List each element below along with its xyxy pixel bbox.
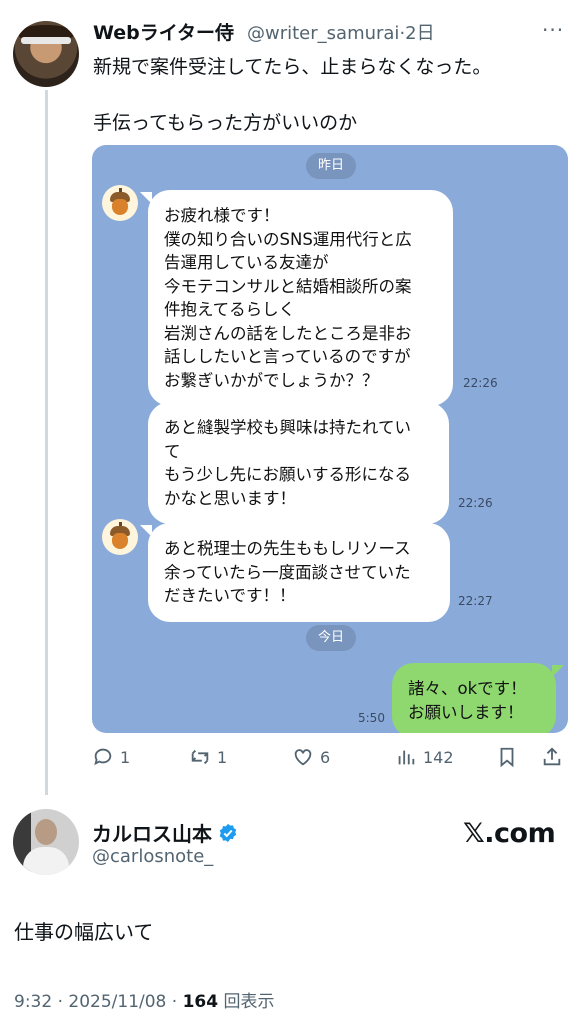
tweet-text: 仕事の幅広いて	[14, 920, 154, 944]
handle[interactable]: @writer_samurai	[247, 23, 399, 44]
avatar[interactable]	[13, 21, 79, 87]
like-button[interactable]: 6	[292, 746, 330, 768]
repost-icon	[191, 749, 209, 765]
display-name[interactable]: Webライター侍	[93, 18, 234, 45]
more-options-icon[interactable]: ···	[542, 18, 564, 42]
acorn-avatar-icon	[102, 185, 138, 221]
chat-message: あと縫製学校も興味は持たれてい て もう少し先にお願いする形になる かなと思いま…	[148, 402, 449, 524]
views-label: 回表示	[218, 992, 275, 1012]
bookmark-button[interactable]	[496, 746, 524, 768]
views-count: 164	[182, 992, 219, 1012]
share-icon	[543, 747, 561, 766]
display-name-row[interactable]: カルロス山本	[92, 818, 238, 847]
handle-and-time[interactable]: @writer_samurai·2日	[247, 19, 435, 45]
repost-count: 1	[217, 747, 228, 767]
reply-icon	[94, 748, 112, 766]
x-com-logo: 𝕏.com	[463, 818, 556, 849]
repost-button[interactable]: 1	[189, 746, 227, 768]
post-time[interactable]: ·2日	[399, 23, 434, 44]
date-divider-yesterday: 昨日	[306, 153, 357, 179]
reply-button[interactable]: 1	[92, 746, 130, 768]
acorn-avatar-icon	[102, 519, 138, 555]
reply-time: 5:50	[358, 711, 385, 725]
analytics-icon	[398, 750, 415, 765]
tweet-text-line-1: 新規で案件受注してたら、止まらなくなった。	[93, 56, 492, 78]
avatar[interactable]	[13, 809, 79, 875]
message-time: 22:26	[463, 376, 498, 390]
handle[interactable]: @carlosnote_	[92, 846, 213, 867]
tweet-text-line-2: 手伝ってもらった方がいいのか	[93, 112, 358, 134]
attached-chat-image[interactable]: 昨日 お疲れ様です！ 僕の知り合いのSNS運用代行と広 告運用している友達が 今…	[92, 145, 568, 733]
share-button[interactable]	[541, 746, 569, 768]
verified-badge-icon	[219, 823, 237, 842]
tweet-meta: 9:32 · 2025/11/08 · 164 回表示	[14, 987, 275, 1012]
like-count: 6	[320, 747, 331, 767]
date-divider-today: 今日	[306, 625, 357, 651]
chat-message: お疲れ様です！ 僕の知り合いのSNS運用代行と広 告運用している友達が 今モテコ…	[140, 190, 453, 406]
heart-icon	[294, 749, 312, 766]
display-name[interactable]: カルロス山本	[92, 818, 212, 847]
tweet-action-bar: 1 1 6 142	[92, 746, 568, 774]
thread-connector-line	[45, 90, 48, 795]
views-button[interactable]: 142	[395, 746, 454, 768]
reply-count: 1	[120, 747, 131, 767]
own-reply-message: 諸々、okです！ お願いします！	[392, 663, 564, 733]
message-time: 22:27	[458, 594, 493, 608]
bookmark-icon	[500, 747, 514, 768]
message-time: 22:26	[458, 496, 493, 510]
timestamp-date[interactable]: 9:32 · 2025/11/08 ·	[14, 992, 183, 1012]
chat-message: あと税理士の先生ももしリソース 余っていたら一度面談させていた だきたいです！！	[140, 523, 450, 622]
views-count: 142	[423, 747, 454, 767]
